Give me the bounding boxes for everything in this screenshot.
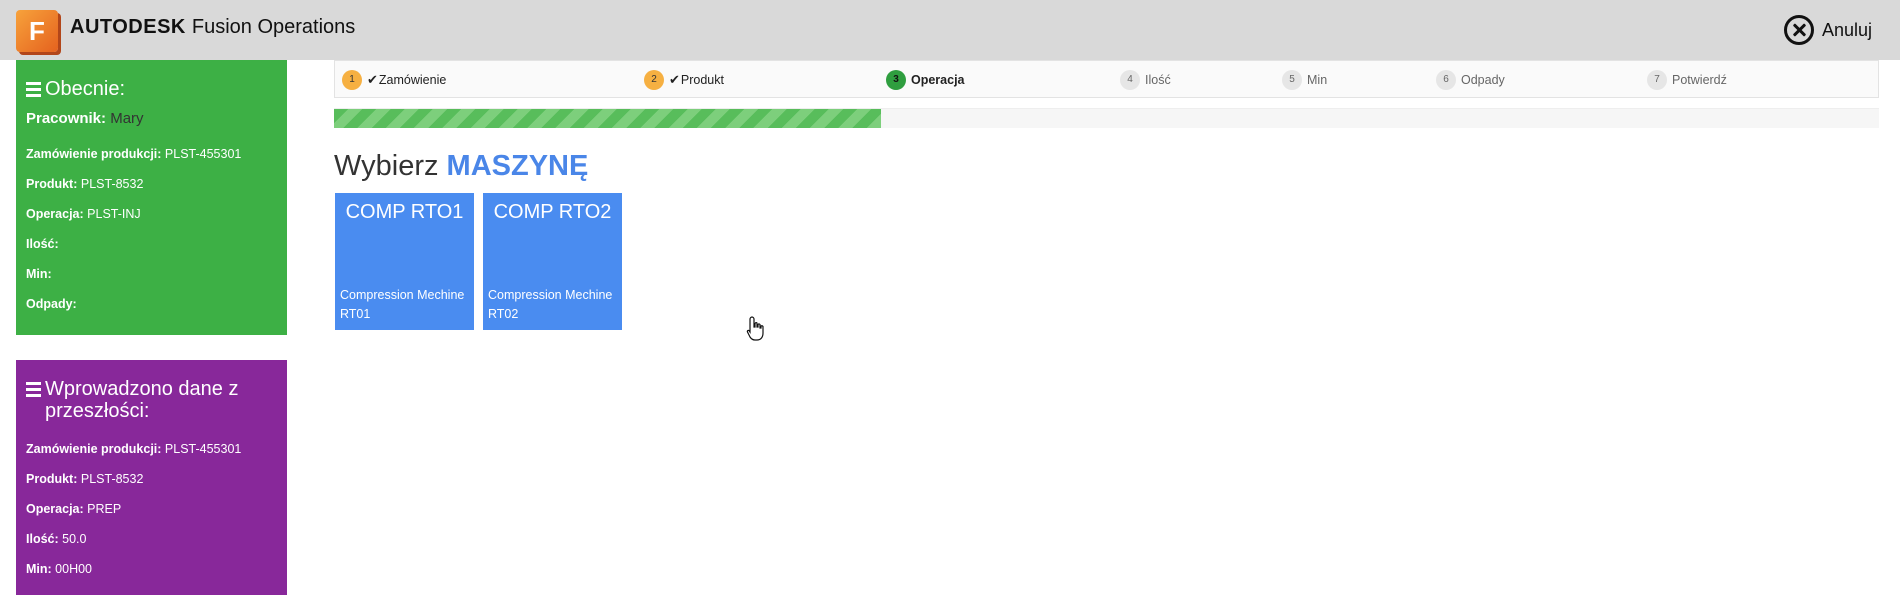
step-operation[interactable]: 3 Operacja [886, 70, 965, 90]
page-heading: Wybierz MASZYNĘ [334, 150, 589, 182]
wizard-steps: 1 ✔ Zamówienie 2 ✔ Produkt 3 Operacja 4 Ilość … [334, 60, 1879, 98]
current-row-waste: Odpady: [26, 297, 77, 311]
past-row-min: Min: 00H00 [26, 562, 93, 576]
autodesk-logo-icon: F [16, 10, 58, 52]
step-min[interactable]: 5 Min [1282, 70, 1327, 90]
machine-description: Compression Mechine RT02 [488, 288, 613, 321]
menu-icon [26, 82, 41, 100]
check-icon: ✔ [669, 72, 680, 87]
menu-icon [26, 382, 41, 400]
past-row-operation: Operacja: PREP [26, 502, 122, 516]
step-product[interactable]: 2 ✔ Produkt [644, 70, 724, 90]
past-row-product: Produkt: PLST-8532 [26, 472, 144, 486]
current-panel-title: Obecnie: [26, 78, 277, 100]
machine-tile-rto2[interactable]: COMP RTO2 Compression Mechine RT02 [483, 193, 622, 330]
brand-rest: Fusion Operations [191, 16, 356, 38]
current-row-operation: Operacja: PLST-INJ [26, 207, 141, 221]
progress-fill [334, 109, 881, 128]
worker-value: Mary [110, 110, 144, 127]
cancel-label: Anuluj [1821, 19, 1872, 40]
machine-name: COMP RTO2 [493, 201, 612, 223]
current-info-panel: Obecnie: Pracownik: Mary Zamówienie prod… [16, 60, 287, 335]
worker-row: Pracownik: Mary [26, 110, 144, 127]
past-panel-title: Wprowadzono dane z przeszłości: [26, 378, 277, 422]
machine-tile-rto1[interactable]: COMP RTO1 Compression Mechine RT01 [335, 193, 474, 330]
app-title: AUTODESK Fusion Operations [70, 16, 355, 39]
step-order[interactable]: 1 ✔ Zamówienie [342, 70, 446, 90]
current-row-product: Produkt: PLST-8532 [26, 177, 144, 191]
machine-description: Compression Mechine RT01 [340, 288, 465, 321]
progress-bar [334, 108, 1879, 128]
machine-name: COMP RTO1 [345, 201, 464, 223]
brand-bold: AUTODESK [70, 16, 186, 38]
past-row-quantity: Ilość: 50.0 [26, 532, 87, 546]
current-row-quantity: Ilość: [26, 237, 59, 251]
close-circle-icon [1783, 15, 1814, 45]
cancel-button[interactable]: Anuluj [1783, 14, 1872, 46]
current-row-order: Zamówienie produkcji: PLST-455301 [26, 147, 242, 161]
hand-pointer-cursor-icon [746, 316, 764, 341]
step-confirm[interactable]: 7 Potwierdź [1647, 70, 1727, 90]
past-info-panel: Wprowadzono dane z przeszłości: Zamówien… [16, 360, 287, 595]
top-bar: F AUTODESK Fusion Operations Anuluj [0, 0, 1900, 60]
check-icon: ✔ [367, 72, 378, 87]
current-row-min: Min: [26, 267, 52, 281]
past-row-order: Zamówienie produkcji: PLST-455301 [26, 442, 242, 456]
step-waste[interactable]: 6 Odpady [1436, 70, 1505, 90]
step-quantity[interactable]: 4 Ilość [1120, 70, 1171, 90]
